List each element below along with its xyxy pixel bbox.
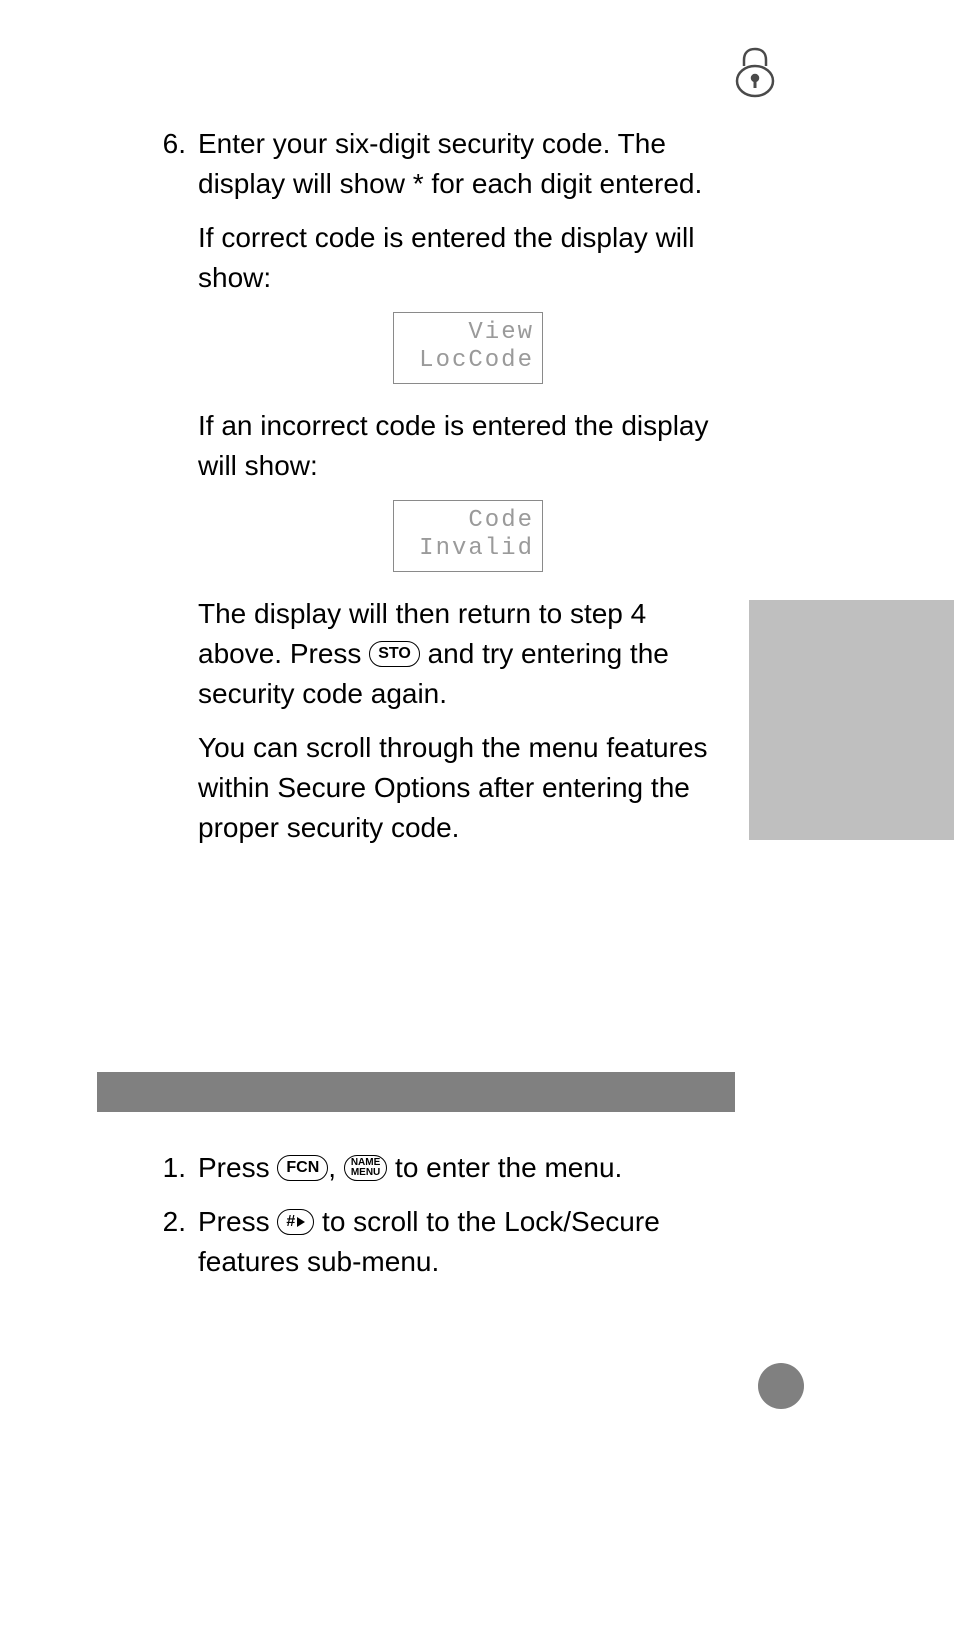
text-fragment: , <box>328 1152 344 1183</box>
fcn-key: FCN <box>277 1155 328 1181</box>
right-arrow-icon <box>297 1217 305 1227</box>
text-fragment: to enter the menu. <box>387 1152 622 1183</box>
side-tab <box>749 600 954 840</box>
step-6: 6. Enter your six-digit security code. T… <box>162 124 738 862</box>
step-body: Press # to scroll to the Lock/Secure fea… <box>198 1202 738 1282</box>
text-fragment: Press <box>198 1152 277 1183</box>
sto-key: STO <box>369 641 420 667</box>
lcd-line: LocCode <box>402 347 534 375</box>
step-number: 1. <box>162 1148 198 1188</box>
lcd-display-code-invalid: Code Invalid <box>393 500 543 572</box>
step6-para2: If correct code is entered the display w… <box>198 218 738 298</box>
step-number: 6. <box>162 124 198 862</box>
lcd-line: View <box>402 319 534 347</box>
lcd-line: Code <box>402 507 534 535</box>
step-1: 1. Press FCN, NAMEMENU to enter the menu… <box>162 1148 738 1188</box>
step6-para3: If an incorrect code is entered the disp… <box>198 406 738 486</box>
text-fragment: Press <box>198 1206 277 1237</box>
step6-para1: Enter your six-digit security code. The … <box>198 124 738 204</box>
page-number-circle <box>758 1363 804 1409</box>
hash-scroll-key: # <box>277 1209 314 1235</box>
section-b: 1. Press FCN, NAMEMENU to enter the menu… <box>162 1148 738 1296</box>
step-body: Enter your six-digit security code. The … <box>198 124 738 862</box>
step6-para5: You can scroll through the menu features… <box>198 728 738 848</box>
key-label: # <box>286 1214 295 1230</box>
lcd-line: Invalid <box>402 535 534 563</box>
step6-para4: The display will then return to step 4 a… <box>198 594 738 714</box>
step-2: 2. Press # to scroll to the Lock/Secure … <box>162 1202 738 1282</box>
name-menu-key: NAMEMENU <box>344 1155 387 1181</box>
step-body: Press FCN, NAMEMENU to enter the menu. <box>198 1148 738 1188</box>
section-a: 6. Enter your six-digit security code. T… <box>162 124 738 876</box>
step-number: 2. <box>162 1202 198 1282</box>
section-divider-bar <box>97 1072 735 1112</box>
lcd-display-view-loccode: View LocCode <box>393 312 543 384</box>
key-label-bottom: MENU <box>351 1168 380 1178</box>
lock-icon <box>734 46 776 98</box>
